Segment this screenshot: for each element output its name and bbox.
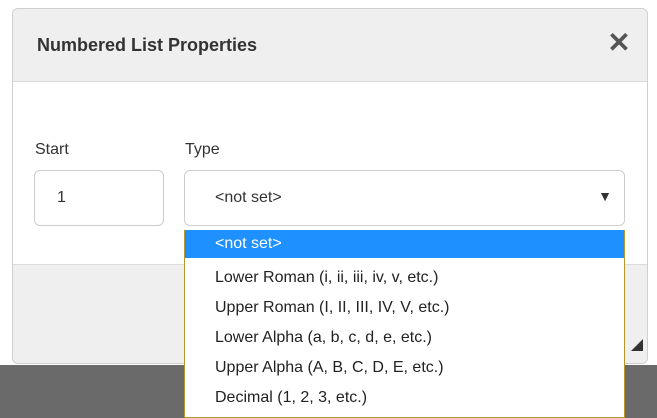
start-label: Start bbox=[35, 141, 69, 158]
dialog-header: Numbered List Properties ✕ bbox=[13, 9, 647, 82]
start-input[interactable] bbox=[34, 170, 164, 226]
resize-handle-icon[interactable] bbox=[631, 339, 643, 351]
dropdown-option[interactable]: Upper Roman (I, II, III, IV, V, etc.) bbox=[185, 295, 624, 320]
type-dropdown-list: <not set> Lower Roman (i, ii, iii, iv, v,… bbox=[184, 230, 625, 418]
dropdown-option[interactable]: Lower Alpha (a, b, c, d, e, etc.) bbox=[185, 325, 624, 350]
dropdown-option[interactable]: Decimal (1, 2, 3, etc.) bbox=[185, 385, 624, 410]
type-select[interactable]: <not set> ▼ bbox=[184, 170, 625, 226]
close-icon[interactable]: ✕ bbox=[603, 27, 635, 59]
dialog-title: Numbered List Properties bbox=[37, 35, 258, 55]
type-label: Type bbox=[185, 141, 220, 158]
dropdown-option[interactable]: <not set> bbox=[185, 230, 624, 258]
chevron-down-icon: ▼ bbox=[598, 188, 612, 204]
dropdown-option[interactable]: Lower Roman (i, ii, iii, iv, v, etc.) bbox=[185, 265, 624, 290]
type-select-value: <not set> bbox=[215, 189, 282, 206]
dropdown-option[interactable]: Upper Alpha (A, B, C, D, E, etc.) bbox=[185, 355, 624, 380]
